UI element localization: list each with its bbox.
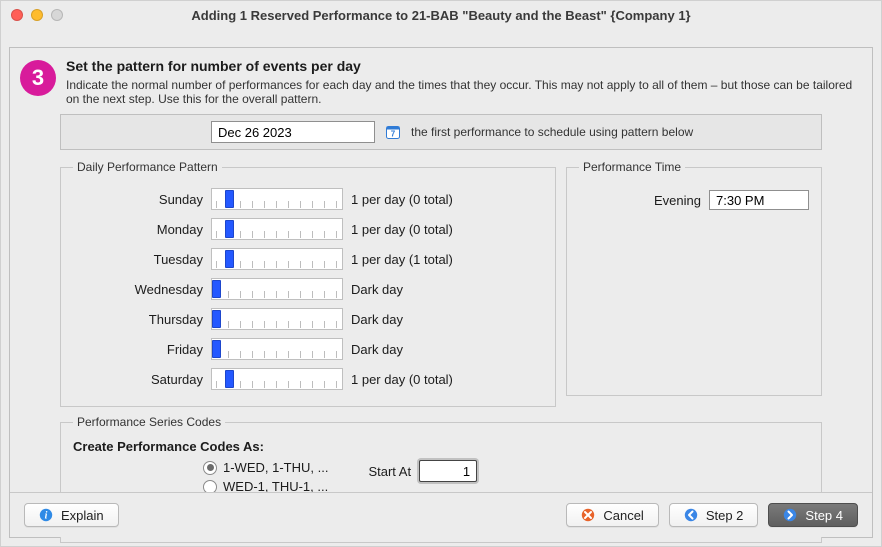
section-heading: Set the pattern for number of events per… [66, 58, 858, 74]
first-performance-box: 7 the first performance to schedule usin… [60, 114, 822, 150]
step-badge: 3 [20, 60, 56, 96]
section-header: 3 Set the pattern for number of events p… [10, 48, 872, 112]
day-row: Friday Dark day [73, 334, 543, 364]
performances-per-day-slider[interactable] [211, 368, 343, 390]
day-label: Saturday [73, 372, 203, 387]
day-value: 1 per day (0 total) [351, 192, 453, 207]
day-value: Dark day [351, 312, 403, 327]
day-label: Monday [73, 222, 203, 237]
series-codes-heading: Create Performance Codes As: [73, 439, 809, 454]
start-at-input[interactable] [419, 460, 477, 482]
step4-button[interactable]: Step 4 [768, 503, 858, 527]
minimize-window-icon[interactable] [31, 9, 43, 21]
series-code-option[interactable]: 1-WED, 1-THU, ... [203, 460, 328, 475]
zoom-window-icon [51, 9, 63, 21]
day-value: 1 per day (0 total) [351, 222, 453, 237]
window-controls [11, 9, 63, 21]
day-row: Sunday 1 per day (0 total) [73, 184, 543, 214]
day-row: Wednesday Dark day [73, 274, 543, 304]
first-performance-date-input[interactable] [211, 121, 375, 143]
day-label: Wednesday [73, 282, 203, 297]
day-row: Saturday 1 per day (0 total) [73, 364, 543, 394]
help-icon: i [39, 508, 53, 522]
dialog-body: 3 Set the pattern for number of events p… [9, 47, 873, 538]
calendar-icon[interactable]: 7 [385, 124, 401, 140]
daily-pattern-fieldset: Daily Performance Pattern Sunday 1 per da… [60, 160, 556, 407]
explain-button-label: Explain [61, 508, 104, 523]
section-description: Indicate the normal number of performanc… [66, 78, 858, 106]
day-label: Thursday [73, 312, 203, 327]
radio-icon [203, 461, 217, 475]
performance-time-fieldset: Performance Time Evening [566, 160, 822, 396]
svg-text:7: 7 [391, 130, 396, 139]
day-value: 1 per day (1 total) [351, 252, 453, 267]
explain-button[interactable]: i Explain [24, 503, 119, 527]
performances-per-day-slider[interactable] [211, 248, 343, 270]
performances-per-day-slider[interactable] [211, 188, 343, 210]
footer: i Explain Cancel Step 2 [10, 492, 872, 537]
back-arrow-icon [684, 508, 698, 522]
window-title: Adding 1 Reserved Performance to 21-BAB … [1, 1, 881, 29]
performances-per-day-slider[interactable] [211, 278, 343, 300]
close-window-icon[interactable] [11, 9, 23, 21]
day-row: Tuesday 1 per day (1 total) [73, 244, 543, 274]
day-label: Tuesday [73, 252, 203, 267]
performance-time-label: Evening [654, 193, 701, 208]
forward-arrow-icon [783, 508, 797, 522]
performance-time-legend: Performance Time [579, 160, 685, 174]
cancel-button[interactable]: Cancel [566, 503, 658, 527]
svg-text:i: i [45, 511, 48, 522]
first-performance-hint: the first performance to schedule using … [411, 125, 693, 139]
step2-button[interactable]: Step 2 [669, 503, 759, 527]
cancel-button-label: Cancel [603, 508, 643, 523]
day-row: Thursday Dark day [73, 304, 543, 334]
step2-button-label: Step 2 [706, 508, 744, 523]
performances-per-day-slider[interactable] [211, 308, 343, 330]
step4-button-label: Step 4 [805, 508, 843, 523]
performance-time-input[interactable] [709, 190, 809, 210]
series-codes-legend: Performance Series Codes [73, 415, 225, 429]
performances-per-day-slider[interactable] [211, 218, 343, 240]
day-value: 1 per day (0 total) [351, 372, 453, 387]
day-value: Dark day [351, 342, 403, 357]
start-at-label: Start At [368, 464, 411, 479]
series-code-option-label: 1-WED, 1-THU, ... [223, 460, 328, 475]
day-label: Friday [73, 342, 203, 357]
cancel-icon [581, 508, 595, 522]
day-row: Monday 1 per day (0 total) [73, 214, 543, 244]
day-label: Sunday [73, 192, 203, 207]
daily-pattern-legend: Daily Performance Pattern [73, 160, 222, 174]
performances-per-day-slider[interactable] [211, 338, 343, 360]
titlebar: Adding 1 Reserved Performance to 21-BAB … [1, 1, 881, 29]
day-value: Dark day [351, 282, 403, 297]
